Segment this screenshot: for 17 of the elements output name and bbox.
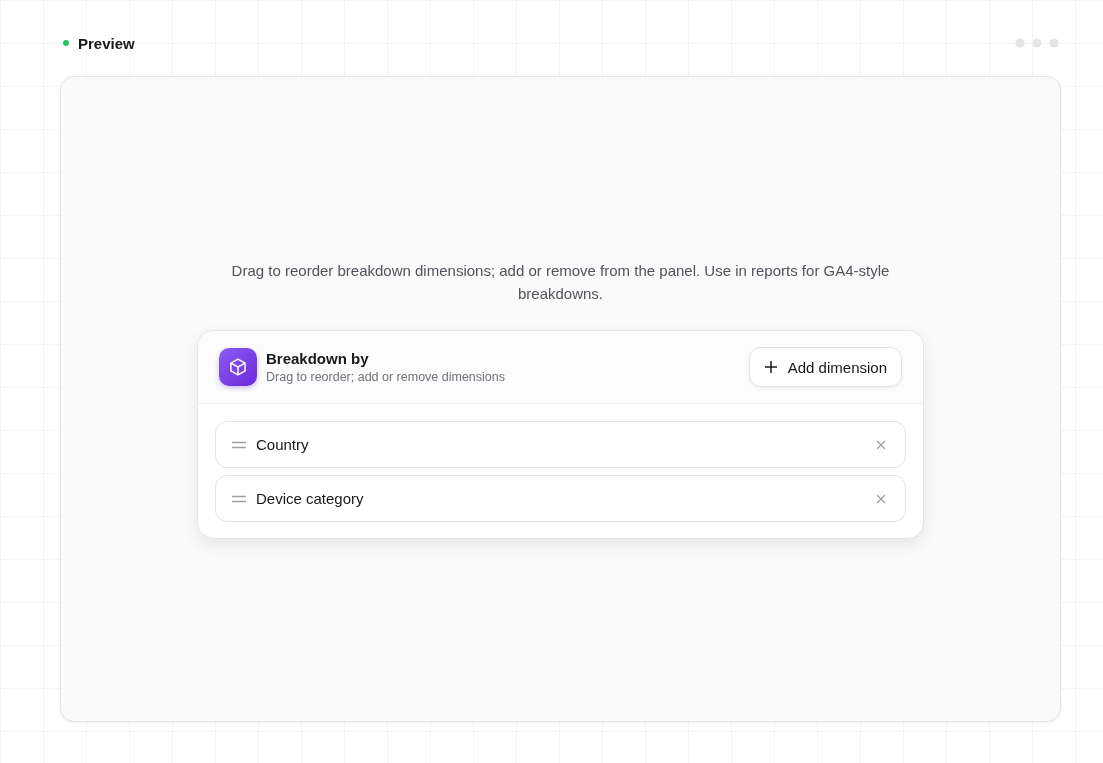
close-icon[interactable]: [876, 493, 886, 504]
dimension-row[interactable]: Device category: [215, 475, 906, 522]
dimension-label: Country: [256, 436, 310, 453]
plus-icon: [763, 360, 778, 374]
dimension-row[interactable]: Country: [215, 421, 906, 468]
close-icon[interactable]: [876, 439, 886, 450]
panel-title: Breakdown by: [266, 350, 369, 367]
preview-title: Preview: [78, 34, 135, 52]
cube-icon: [219, 348, 257, 386]
panel-subtitle: Drag to reorder; add or remove dimensions: [266, 370, 505, 384]
drag-handle-icon[interactable]: [232, 440, 246, 449]
add-dimension-button[interactable]: Add dimension: [748, 347, 902, 387]
dimension-label: Device category: [256, 490, 365, 507]
description-text: Drag to reorder breakdown dimensions; add or remove from the panel. Use in reports for GA4-style breakdowns.: [230, 261, 891, 304]
drag-handle-icon[interactable]: [232, 494, 246, 503]
more-dots-icon: [1015, 38, 1059, 48]
status-dot: [63, 40, 69, 46]
